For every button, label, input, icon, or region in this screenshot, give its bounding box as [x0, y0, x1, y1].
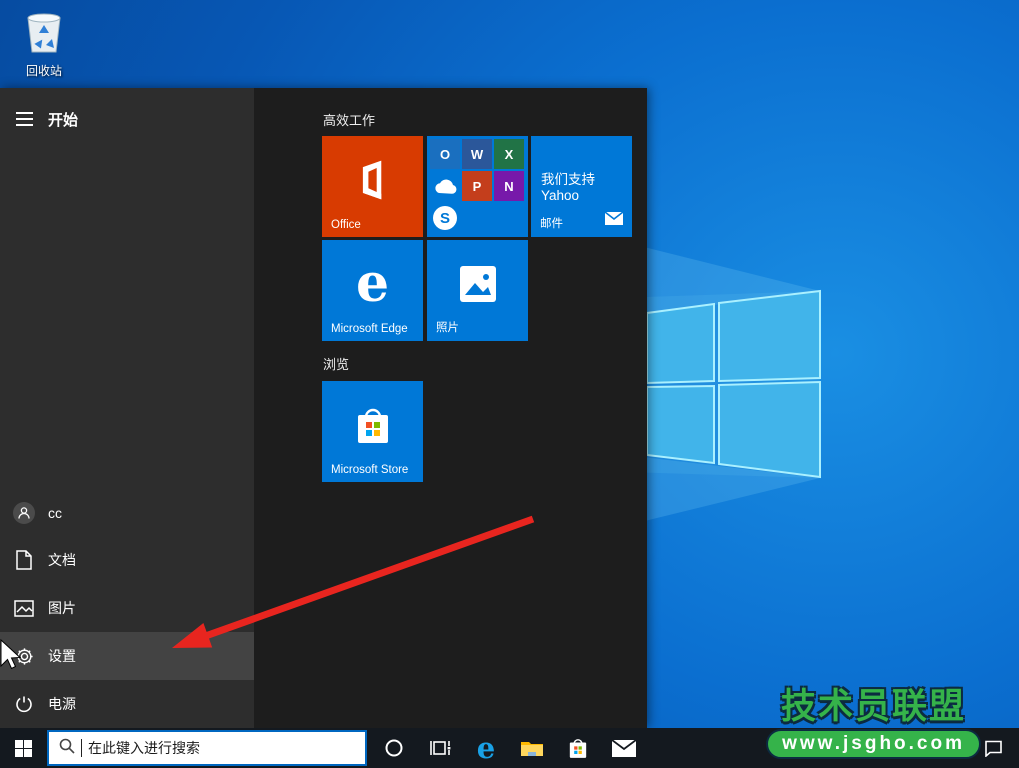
- recycle-bin-icon: [22, 13, 66, 58]
- pictures-icon: [0, 599, 48, 617]
- document-icon: [0, 550, 48, 570]
- sidebar-documents-label: 文档: [48, 552, 76, 568]
- start-menu: 开始 cc 文档 图片 设置 电源 高效工作 Office O W X P N …: [0, 88, 647, 728]
- mail-taskbar-button[interactable]: [601, 728, 647, 768]
- sidebar-pictures-label: 图片: [48, 600, 76, 616]
- start-menu-title: 开始: [48, 111, 79, 129]
- tile-office[interactable]: Office: [322, 136, 423, 237]
- tile-store-label: Microsoft Store: [331, 464, 409, 476]
- user-avatar: [13, 502, 35, 524]
- start-button[interactable]: [0, 728, 46, 768]
- store-icon: [322, 391, 423, 458]
- tile-mail-label: 邮件: [540, 218, 563, 230]
- sidebar-user-label: cc: [48, 505, 62, 521]
- powerpoint-icon: P: [462, 171, 492, 201]
- mail-icon: [612, 739, 636, 757]
- windows-logo-icon: [14, 739, 32, 757]
- tile-photos[interactable]: 照片: [427, 240, 528, 341]
- power-icon: [0, 695, 48, 713]
- watermark-title: 技术员联盟: [781, 687, 967, 726]
- outlook-icon: O: [430, 139, 460, 169]
- tile-photos-label: 照片: [436, 322, 459, 334]
- onenote-icon: N: [494, 171, 524, 201]
- onedrive-icon: [430, 171, 460, 201]
- task-view-button[interactable]: [417, 728, 463, 768]
- tile-group-title-explore: 浏览: [323, 357, 350, 372]
- sidebar-item-settings[interactable]: 设置: [0, 632, 254, 680]
- tile-office-suite-folder[interactable]: O W X P N S: [427, 136, 528, 237]
- search-icon: [59, 738, 75, 759]
- tile-store[interactable]: Microsoft Store: [322, 381, 423, 482]
- mail-icon: [604, 211, 624, 230]
- tile-group-title-productivity: 高效工作: [323, 113, 376, 128]
- recycle-bin[interactable]: 回收站: [8, 8, 80, 79]
- tile-edge[interactable]: e Microsoft Edge: [322, 240, 423, 341]
- search-input[interactable]: 在此键入进行搜索: [47, 730, 367, 766]
- skype-icon: S: [433, 206, 457, 230]
- sidebar-item-user[interactable]: cc: [0, 489, 254, 537]
- excel-icon: X: [494, 139, 524, 169]
- tile-mail[interactable]: 我们支持 Yahoo 邮件: [531, 136, 632, 237]
- store-bag-icon: [569, 739, 587, 758]
- gear-icon: [0, 647, 48, 666]
- tile-edge-label: Microsoft Edge: [331, 323, 408, 335]
- text-caret: [81, 739, 82, 757]
- recycle-bin-label: 回收站: [25, 64, 62, 78]
- edge-icon: e: [476, 730, 496, 765]
- taskbar: 在此键入进行搜索 e 16:01: [0, 728, 1019, 768]
- file-explorer-button[interactable]: [509, 728, 555, 768]
- cortana-button[interactable]: [371, 728, 417, 768]
- mail-tile-message: 我们支持 Yahoo: [541, 172, 595, 203]
- photos-icon: [427, 250, 528, 317]
- word-icon: W: [462, 139, 492, 169]
- hamburger-menu-icon[interactable]: [0, 112, 48, 126]
- office-logo-icon: [322, 146, 423, 213]
- edge-icon: e: [355, 252, 390, 314]
- action-center-icon[interactable]: [984, 740, 1003, 762]
- edge-taskbar-button[interactable]: e: [463, 728, 509, 768]
- sidebar-item-pictures[interactable]: 图片: [0, 584, 254, 632]
- sidebar-item-power[interactable]: 电源: [0, 680, 254, 728]
- sidebar-settings-label: 设置: [48, 648, 76, 664]
- cortana-icon: [385, 739, 403, 757]
- sidebar-power-label: 电源: [48, 696, 76, 712]
- task-view-icon: [430, 741, 451, 755]
- folder-icon: [521, 741, 543, 756]
- store-taskbar-button[interactable]: [555, 728, 601, 768]
- taskbar-clock[interactable]: 16:01: [917, 731, 947, 745]
- sidebar-item-documents[interactable]: 文档: [0, 536, 254, 584]
- desktop: 回收站 开始 cc 文档 图片 设置 电源 高效工作 Office O W X …: [0, 0, 1019, 768]
- search-placeholder-text: 在此键入进行搜索: [88, 740, 200, 756]
- tile-office-label: Office: [331, 219, 361, 231]
